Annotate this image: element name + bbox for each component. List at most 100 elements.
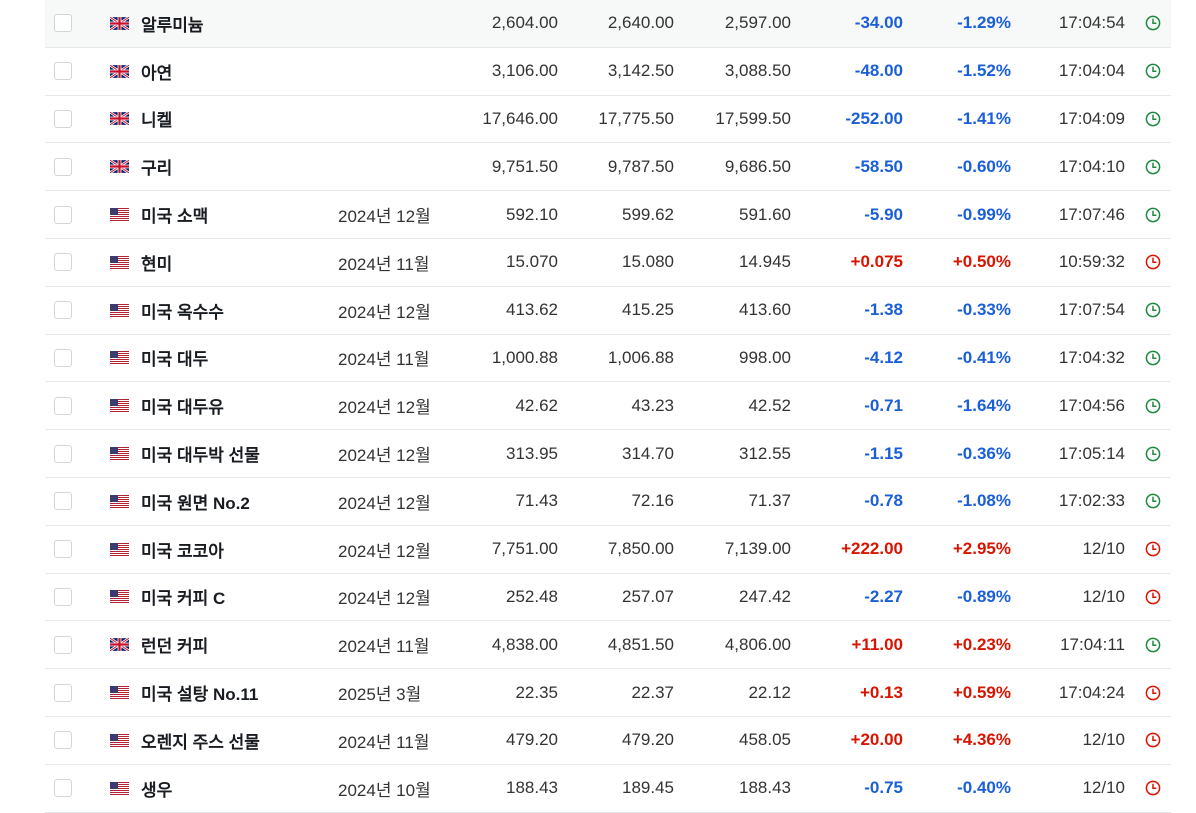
uk-flag-icon	[110, 48, 129, 95]
percent-change: +0.59%	[952, 682, 1011, 702]
high-price: 15.080	[622, 252, 674, 272]
high-price: 22.37	[631, 682, 674, 702]
price-change: +222.00	[841, 539, 903, 559]
us-flag-icon	[110, 574, 129, 621]
price-change: +11.00	[851, 634, 903, 654]
contract-month: 2024년 12월	[338, 589, 431, 609]
commodity-name-link[interactable]: 현미	[141, 239, 172, 286]
update-time: 17:02:33	[1058, 491, 1125, 511]
table-row[interactable]: 오렌지 주스 선물 2024년 11월 479.20 479.20 458.05 +20.…	[45, 717, 1171, 765]
update-time: 17:04:32	[1058, 347, 1125, 367]
commodity-name-link[interactable]: 오렌지 주스 선물	[141, 717, 260, 764]
percent-change: +4.36%	[952, 730, 1011, 750]
commodity-name-link[interactable]: 미국 대두유	[141, 382, 224, 429]
row-checkbox[interactable]	[53, 382, 73, 429]
row-checkbox[interactable]	[53, 574, 73, 621]
clock-icon	[1144, 287, 1162, 334]
us-flag-icon	[110, 717, 129, 764]
update-time: 17:07:54	[1058, 300, 1125, 320]
row-checkbox[interactable]	[53, 191, 73, 238]
commodity-name-link[interactable]: 아연	[141, 48, 172, 95]
update-time: 12/10	[1082, 539, 1125, 559]
commodity-name-link[interactable]: 미국 소맥	[141, 191, 208, 238]
last-price: 413.62	[506, 300, 558, 320]
row-checkbox[interactable]	[53, 526, 73, 573]
low-price: 14.945	[739, 252, 791, 272]
high-price: 2,640.00	[607, 13, 674, 33]
table-row[interactable]: 아연 3,106.00 3,142.50 3,088.50 -48.00 -1.52% 17…	[45, 48, 1171, 96]
row-checkbox[interactable]	[53, 621, 73, 668]
price-change: -252.00	[845, 108, 903, 128]
high-price: 4,851.50	[607, 634, 674, 654]
us-flag-icon	[110, 335, 129, 382]
table-row[interactable]: 미국 원면 No.2 2024년 12월 71.43 72.16 71.37 -0.78 -…	[45, 478, 1171, 526]
commodity-name-link[interactable]: 알루미늄	[141, 0, 204, 47]
commodity-name-link[interactable]: 미국 대두박 선물	[141, 430, 260, 477]
clock-icon	[1144, 191, 1162, 238]
low-price: 4,806.00	[724, 634, 791, 654]
table-row[interactable]: 구리 9,751.50 9,787.50 9,686.50 -58.50 -0.60% 17…	[45, 143, 1171, 192]
low-price: 42.52	[748, 395, 791, 415]
price-change: -5.90	[864, 204, 903, 224]
clock-icon	[1144, 239, 1162, 286]
row-checkbox[interactable]	[53, 0, 73, 47]
low-price: 9,686.50	[724, 156, 791, 176]
table-row[interactable]: 미국 대두유 2024년 12월 42.62 43.23 42.52 -0.71 -1.64…	[45, 382, 1171, 431]
commodity-name-link[interactable]: 미국 설탕 No.11	[141, 669, 258, 716]
table-row[interactable]: 생우 2024년 10월 188.43 189.45 188.43 -0.75 -0.40%…	[45, 765, 1171, 813]
percent-change: -0.33%	[957, 300, 1011, 320]
low-price: 458.05	[739, 730, 791, 750]
commodity-name-link[interactable]: 런던 커피	[141, 621, 208, 668]
low-price: 7,139.00	[724, 539, 791, 559]
table-row[interactable]: 런던 커피 2024년 11월 4,838.00 4,851.50 4,806.00 +1…	[45, 621, 1171, 670]
price-change: -0.71	[864, 395, 903, 415]
row-checkbox[interactable]	[53, 48, 73, 95]
percent-change: +2.95%	[952, 539, 1011, 559]
percent-change: -0.41%	[957, 347, 1011, 367]
contract-month: 2025년 3월	[338, 685, 422, 705]
row-checkbox[interactable]	[53, 335, 73, 382]
last-price: 71.43	[515, 491, 558, 511]
table-row[interactable]: 미국 옥수수 2024년 12월 413.62 415.25 413.60 -1.38 -0…	[45, 287, 1171, 335]
commodity-name-link[interactable]: 미국 옥수수	[141, 287, 224, 334]
price-change: +20.00	[850, 730, 903, 750]
commodity-name-link[interactable]: 구리	[141, 143, 172, 190]
row-checkbox[interactable]	[53, 239, 73, 286]
table-row[interactable]: 알루미늄 2,604.00 2,640.00 2,597.00 -34.00 -1.29%…	[45, 0, 1171, 48]
low-price: 312.55	[739, 443, 791, 463]
last-price: 252.48	[506, 586, 558, 606]
contract-month: 2024년 12월	[338, 493, 431, 513]
commodity-name-link[interactable]: 미국 커피 C	[141, 574, 225, 621]
commodity-name-link[interactable]: 미국 원면 No.2	[141, 478, 250, 525]
row-checkbox[interactable]	[53, 143, 73, 190]
table-row[interactable]: 미국 대두 2024년 11월 1,000.88 1,006.88 998.00 -4.1…	[45, 335, 1171, 383]
table-row[interactable]: 현미 2024년 11월 15.070 15.080 14.945 +0.075 +0.50…	[45, 239, 1171, 287]
table-row[interactable]: 미국 설탕 No.11 2025년 3월 22.35 22.37 22.12 +0.13 +…	[45, 669, 1171, 717]
price-change: +0.13	[859, 682, 903, 702]
table-row[interactable]: 미국 커피 C 2024년 12월 252.48 257.07 247.42 -2.27 -…	[45, 574, 1171, 622]
row-checkbox[interactable]	[53, 96, 73, 143]
row-checkbox[interactable]	[53, 287, 73, 334]
table-row[interactable]: 니켈 17,646.00 17,775.50 17,599.50 -252.00 -1.4…	[45, 96, 1171, 144]
high-price: 314.70	[622, 443, 674, 463]
commodity-name-link[interactable]: 미국 코코아	[141, 526, 224, 573]
update-time: 17:07:46	[1058, 204, 1125, 224]
row-checkbox[interactable]	[53, 669, 73, 716]
row-checkbox[interactable]	[53, 717, 73, 764]
commodity-name-link[interactable]: 니켈	[141, 96, 172, 143]
percent-change: -0.60%	[957, 156, 1011, 176]
high-price: 599.62	[622, 204, 674, 224]
row-checkbox[interactable]	[53, 478, 73, 525]
table-row[interactable]: 미국 소맥 2024년 12월 592.10 599.62 591.60 -5.90 -0.…	[45, 191, 1171, 239]
table-row[interactable]: 미국 대두박 선물 2024년 12월 313.95 314.70 312.55 -1.1…	[45, 430, 1171, 478]
table-row[interactable]: 미국 코코아 2024년 12월 7,751.00 7,850.00 7,139.00 +…	[45, 526, 1171, 574]
commodity-name-link[interactable]: 미국 대두	[141, 335, 208, 382]
uk-flag-icon	[110, 0, 129, 47]
contract-month: 2024년 11월	[338, 732, 430, 752]
last-price: 7,751.00	[491, 539, 558, 559]
percent-change: -1.29%	[957, 13, 1011, 33]
contract-month: 2024년 12월	[338, 446, 431, 466]
row-checkbox[interactable]	[53, 430, 73, 477]
price-change: +0.075	[850, 252, 903, 272]
percent-change: -0.99%	[957, 204, 1011, 224]
